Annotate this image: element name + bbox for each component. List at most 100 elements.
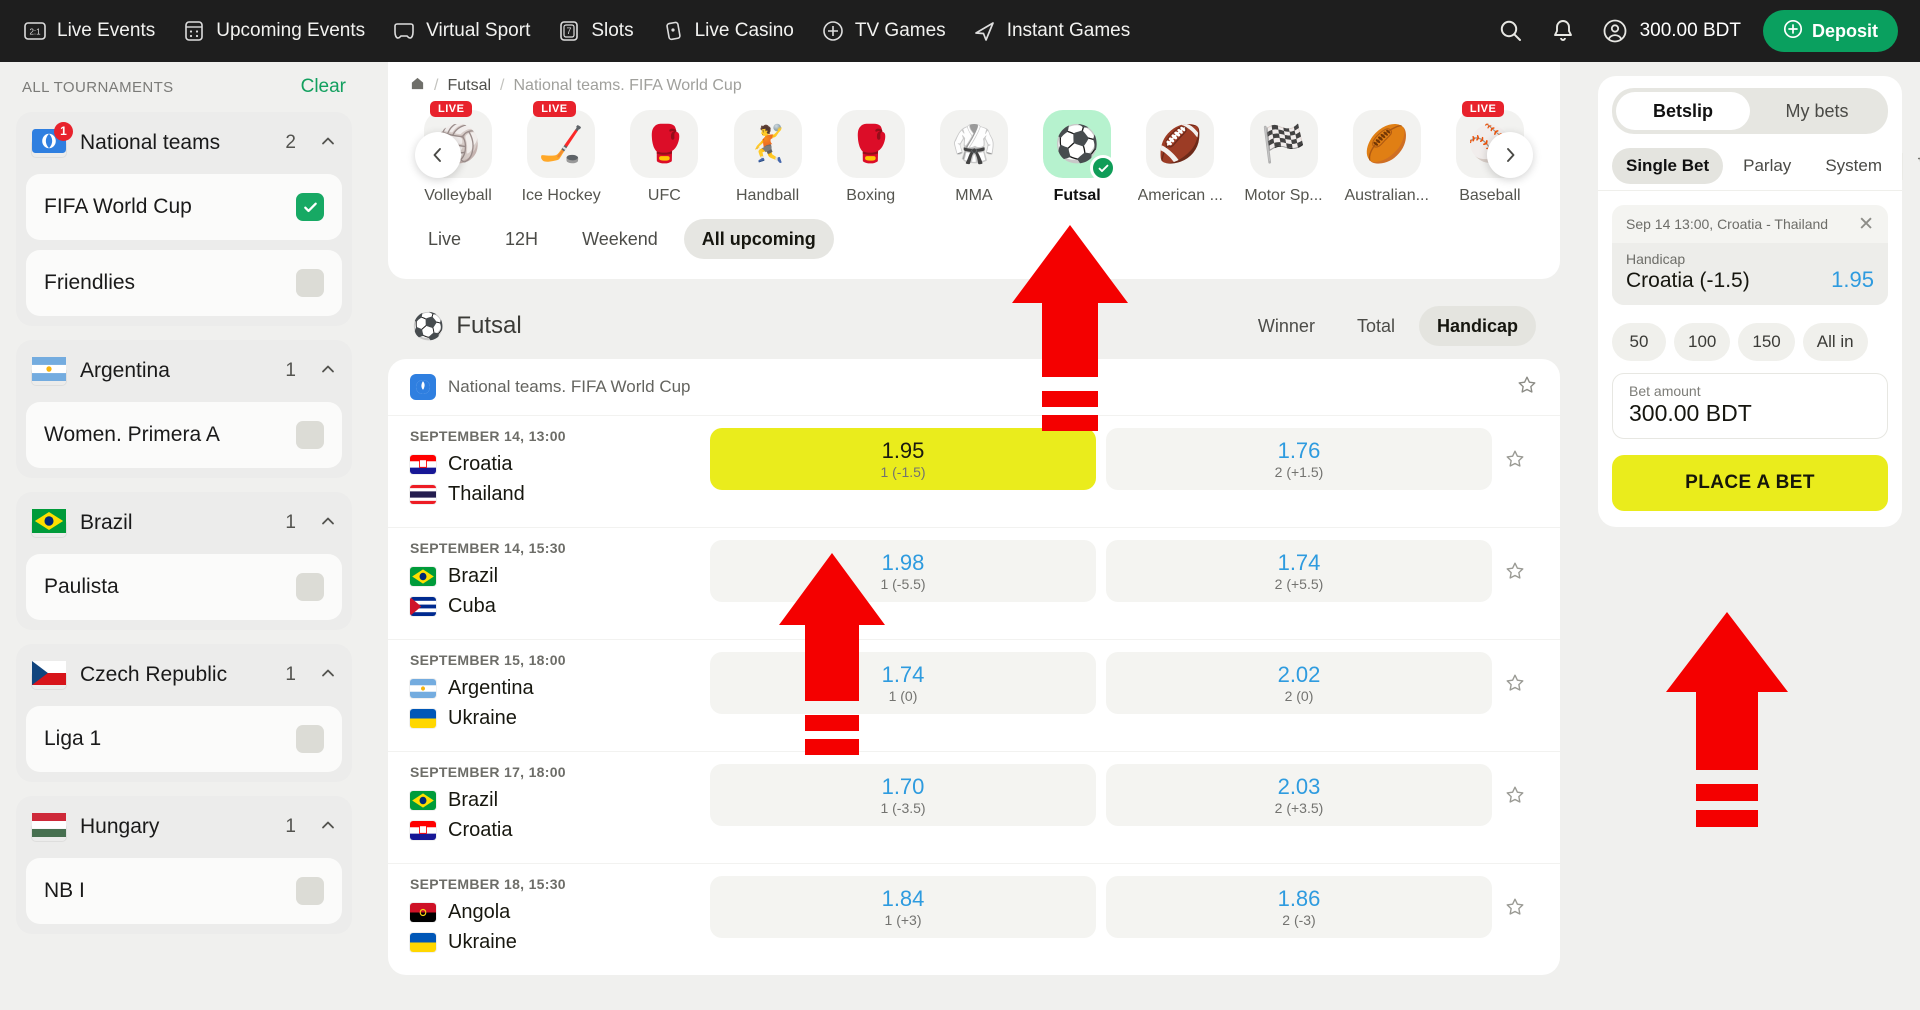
tournament-checkbox[interactable] — [296, 877, 324, 905]
sport-item-ufc[interactable]: 🥊 UFC — [616, 110, 712, 205]
tournament-checkbox[interactable] — [296, 193, 324, 221]
group-header[interactable]: Czech Republic 1 — [16, 644, 352, 706]
chevron-up-icon[interactable] — [320, 361, 336, 382]
tournament-item[interactable]: Women. Primera A — [26, 402, 342, 468]
bet-mode-system[interactable]: System — [1811, 148, 1896, 184]
odds-button[interactable]: 1.95 1 (-1.5) — [710, 428, 1096, 490]
bet-amount-input[interactable]: Bet amount 300.00 BDT — [1612, 373, 1888, 439]
sport-item-american[interactable]: 🏈 American ... — [1132, 110, 1228, 205]
match-row: SEPTEMBER 18, 15:30 Angola Ukraine 1.84 … — [388, 863, 1560, 975]
bet-amount-label: Bet amount — [1629, 383, 1701, 399]
tournament-checkbox[interactable] — [296, 421, 324, 449]
sport-item-ice-hockey[interactable]: 🏒 LIVE Ice Hockey — [513, 101, 609, 205]
nav-item-tv-games[interactable]: TV Games — [820, 18, 946, 44]
sport-item-handball[interactable]: 🤾 Handball — [720, 110, 816, 205]
futsal-ball-icon: ⚽ — [412, 310, 445, 341]
tournament-item[interactable]: Friendlies — [26, 250, 342, 316]
sport-label: Ice Hockey — [521, 187, 601, 204]
star-outline-icon[interactable] — [1516, 374, 1538, 401]
breadcrumb-sport[interactable]: Futsal — [447, 77, 491, 95]
time-filter-12h[interactable]: 12H — [487, 219, 556, 259]
betslip-tab-betslip[interactable]: Betslip — [1616, 92, 1750, 130]
sport-item-motor-sp[interactable]: 🏁 Motor Sp... — [1236, 110, 1332, 205]
clear-filters-button[interactable]: Clear — [301, 76, 346, 98]
favorite-star-icon[interactable] — [1492, 428, 1538, 490]
favorite-star-icon[interactable] — [1492, 764, 1538, 826]
nav-item-label: Upcoming Events — [216, 20, 366, 41]
plus-circle-icon — [1783, 19, 1803, 44]
favorite-star-icon[interactable] — [1492, 540, 1538, 602]
carousel-prev-button[interactable] — [415, 132, 461, 178]
odds-button[interactable]: 1.74 2 (+5.5) — [1106, 540, 1492, 602]
main-content: / Futsal / National teams. FIFA World Cu… — [368, 62, 1580, 1010]
close-icon[interactable]: ✕ — [1858, 215, 1874, 234]
bell-icon[interactable] — [1548, 16, 1578, 46]
odds-button[interactable]: 1.86 2 (-3) — [1106, 876, 1492, 938]
place-bet-button[interactable]: PLACE A BET — [1612, 455, 1888, 511]
tournament-item[interactable]: Paulista — [26, 554, 342, 620]
nav-item-slots[interactable]: 7 Slots — [556, 18, 634, 44]
group-header[interactable]: 1 National teams 2 — [16, 112, 352, 174]
sport-item-boxing[interactable]: 🥊 Boxing — [823, 110, 919, 205]
market-tab-handicap[interactable]: Handicap — [1418, 306, 1536, 346]
nav-item-upcoming-events[interactable]: Upcoming Events — [181, 18, 365, 44]
tournament-item[interactable]: NB I — [26, 858, 342, 924]
betslip-tab-my-bets[interactable]: My bets — [1750, 92, 1884, 130]
favorite-star-icon[interactable] — [1492, 876, 1538, 938]
deposit-button[interactable]: Deposit — [1762, 10, 1898, 52]
sport-item-australian[interactable]: 🏉 Australian... — [1339, 110, 1435, 205]
market-tab-winner[interactable]: Winner — [1240, 306, 1333, 346]
odds-button[interactable]: 2.02 2 (0) — [1106, 652, 1492, 714]
chevron-up-icon[interactable] — [320, 513, 336, 534]
sport-icon: 🏈 — [1146, 110, 1215, 178]
nav-item-instant-games[interactable]: Instant Games — [972, 18, 1130, 44]
tournament-item[interactable]: FIFA World Cup — [26, 174, 342, 240]
chevron-up-icon[interactable] — [320, 817, 336, 838]
group-count: 1 — [285, 512, 296, 533]
bet-mode-single-bet[interactable]: Single Bet — [1612, 148, 1724, 184]
odds-button[interactable]: 1.84 1 (+3) — [710, 876, 1096, 938]
odds-button[interactable]: 1.74 1 (0) — [710, 652, 1096, 714]
away-team: Ukraine — [410, 931, 710, 954]
market-tab-total[interactable]: Total — [1339, 306, 1413, 346]
odds-button[interactable]: 1.76 2 (+1.5) — [1106, 428, 1492, 490]
bet-mode-parlay[interactable]: Parlay — [1729, 148, 1805, 184]
team-flag-icon — [410, 455, 436, 474]
tournament-checkbox[interactable] — [296, 725, 324, 753]
quick-amount-100[interactable]: 100 — [1674, 323, 1731, 361]
favorite-star-icon[interactable] — [1492, 652, 1538, 714]
odds-button[interactable]: 1.98 1 (-5.5) — [710, 540, 1096, 602]
sport-item-futsal[interactable]: ⚽ Futsal — [1029, 110, 1125, 205]
tournament-checkbox[interactable] — [296, 269, 324, 297]
time-filter-weekend[interactable]: Weekend — [564, 219, 676, 259]
home-icon[interactable] — [410, 76, 425, 96]
chevron-up-icon[interactable] — [320, 133, 336, 154]
nav-item-live-casino[interactable]: Live Casino — [660, 18, 794, 44]
odds-button[interactable]: 2.03 2 (+3.5) — [1106, 764, 1492, 826]
time-filter-all-upcoming[interactable]: All upcoming — [683, 219, 834, 259]
group-header[interactable]: Brazil 1 — [16, 492, 352, 554]
nav-item-live-events[interactable]: 2:1 Live Events — [22, 18, 155, 44]
group-header[interactable]: Hungary 1 — [16, 796, 352, 858]
carousel-next-button[interactable] — [1487, 132, 1533, 178]
time-filter-live[interactable]: Live — [410, 219, 479, 259]
tournament-checkbox[interactable] — [296, 573, 324, 601]
quick-amount-all-in[interactable]: All in — [1802, 323, 1868, 361]
quick-amount-150[interactable]: 150 — [1738, 323, 1795, 361]
odds-group: 1.95 1 (-1.5) 1.76 2 (+1.5) — [710, 428, 1492, 490]
odds-button[interactable]: 1.70 1 (-3.5) — [710, 764, 1096, 826]
group-header[interactable]: Argentina 1 — [16, 340, 352, 402]
tournament-item[interactable]: Liga 1 — [26, 706, 342, 772]
odds-value: 1.95 — [881, 438, 925, 464]
account-balance[interactable]: 300.00 BDT — [1600, 16, 1741, 46]
search-icon[interactable] — [1496, 16, 1526, 46]
group-count: 1 — [285, 664, 296, 685]
trash-icon[interactable] — [1902, 152, 1920, 180]
quick-amount-50[interactable]: 50 — [1612, 323, 1666, 361]
nav-item-virtual-sport[interactable]: Virtual Sport — [391, 18, 530, 44]
match-info: SEPTEMBER 14, 15:30 Brazil Cuba — [410, 540, 710, 625]
sport-item-mma[interactable]: 🥋 MMA — [926, 110, 1022, 205]
country-flag-icon — [32, 660, 66, 690]
away-team: Ukraine — [410, 707, 710, 730]
chevron-up-icon[interactable] — [320, 665, 336, 686]
